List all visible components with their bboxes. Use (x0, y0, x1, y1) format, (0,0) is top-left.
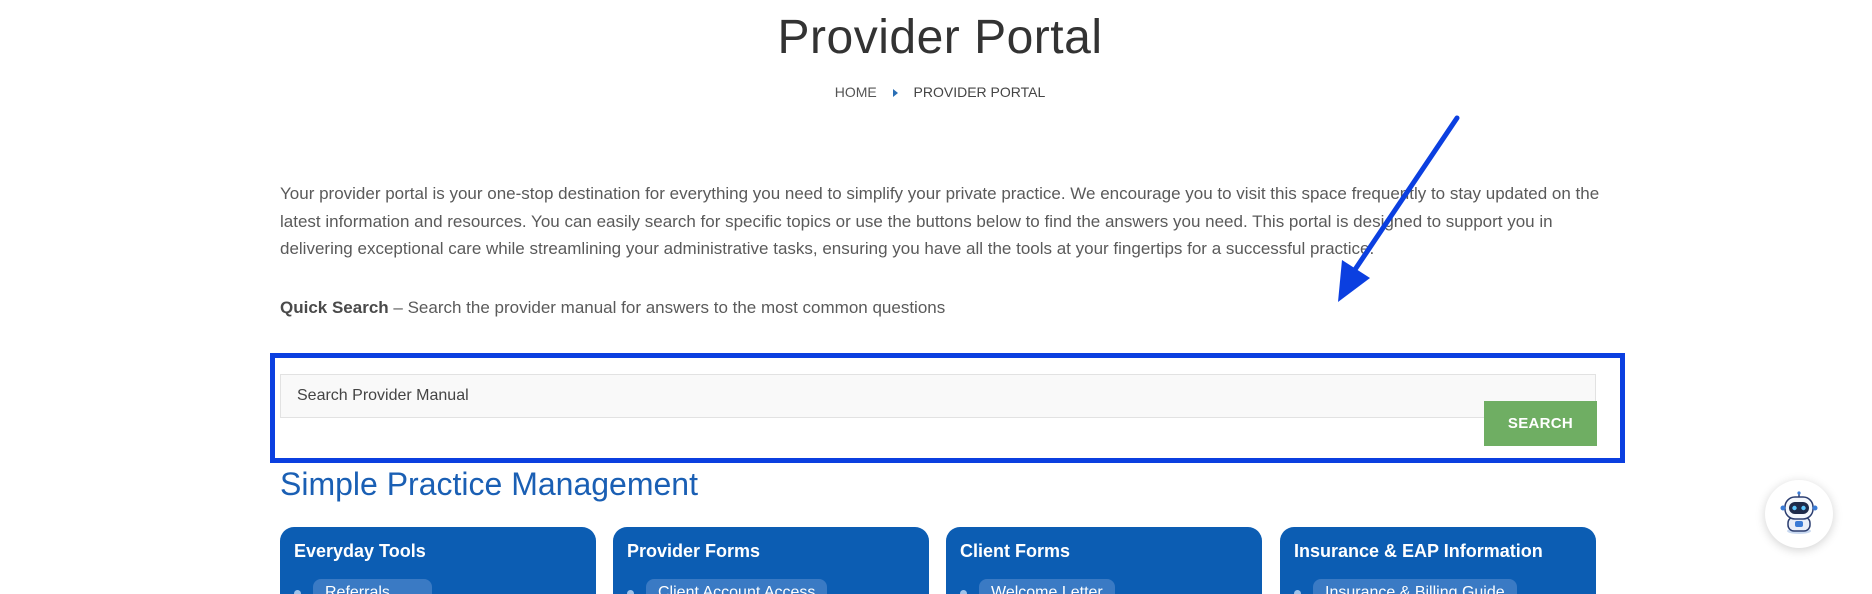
card-title: Provider Forms (627, 541, 761, 561)
card-title: Client Forms (960, 541, 1071, 561)
card-title: Insurance & EAP Information (1294, 541, 1543, 561)
quick-search-description: – Search the provider manual for answers… (388, 298, 946, 317)
card-link[interactable]: Referrals (313, 579, 432, 594)
bullet-icon (294, 589, 301, 594)
bullet-icon (960, 589, 967, 594)
card-link[interactable]: Client Account Access (646, 579, 828, 594)
card-everyday-tools[interactable]: Everyday Tools Referrals (280, 527, 596, 594)
breadcrumb-current: PROVIDER PORTAL (913, 84, 1046, 100)
triangle-right-icon (892, 88, 898, 97)
card-insurance-eap-information[interactable]: Insurance & EAP Information Insurance & … (1280, 527, 1596, 594)
quick-search-title: Quick Search (280, 298, 389, 317)
card-title: Everyday Tools (294, 541, 426, 561)
card-list-item[interactable]: Insurance & Billing Guide (1294, 579, 1517, 594)
chatbot-launcher-button[interactable] (1765, 480, 1833, 548)
section-heading: Simple Practice Management (280, 466, 698, 502)
card-client-forms[interactable]: Client Forms Welcome Letter (946, 527, 1262, 594)
card-list-item[interactable]: Client Account Access (627, 579, 828, 594)
provider-portal-page: Provider Portal HOME PROVIDER PORTAL You… (0, 0, 1872, 594)
quick-search-label: Quick Search – Search the provider manua… (280, 298, 945, 318)
page-title: Provider Portal (777, 11, 1103, 64)
card-list-item[interactable]: Welcome Letter (960, 579, 1115, 594)
card-provider-forms[interactable]: Provider Forms Client Account Access (613, 527, 929, 594)
card-link[interactable]: Insurance & Billing Guide (1313, 579, 1517, 594)
robot-icon (1780, 491, 1818, 534)
annotation-arrow-icon (1338, 115, 1460, 302)
card-link[interactable]: Welcome Letter (979, 579, 1115, 594)
breadcrumb: HOME PROVIDER PORTAL (0, 84, 1872, 100)
bullet-icon (1294, 589, 1301, 594)
breadcrumb-home-link[interactable]: HOME (835, 84, 877, 100)
card-list-item[interactable]: Referrals (294, 579, 432, 594)
bullet-icon (627, 589, 634, 594)
annotation-highlight-box (270, 353, 1625, 463)
